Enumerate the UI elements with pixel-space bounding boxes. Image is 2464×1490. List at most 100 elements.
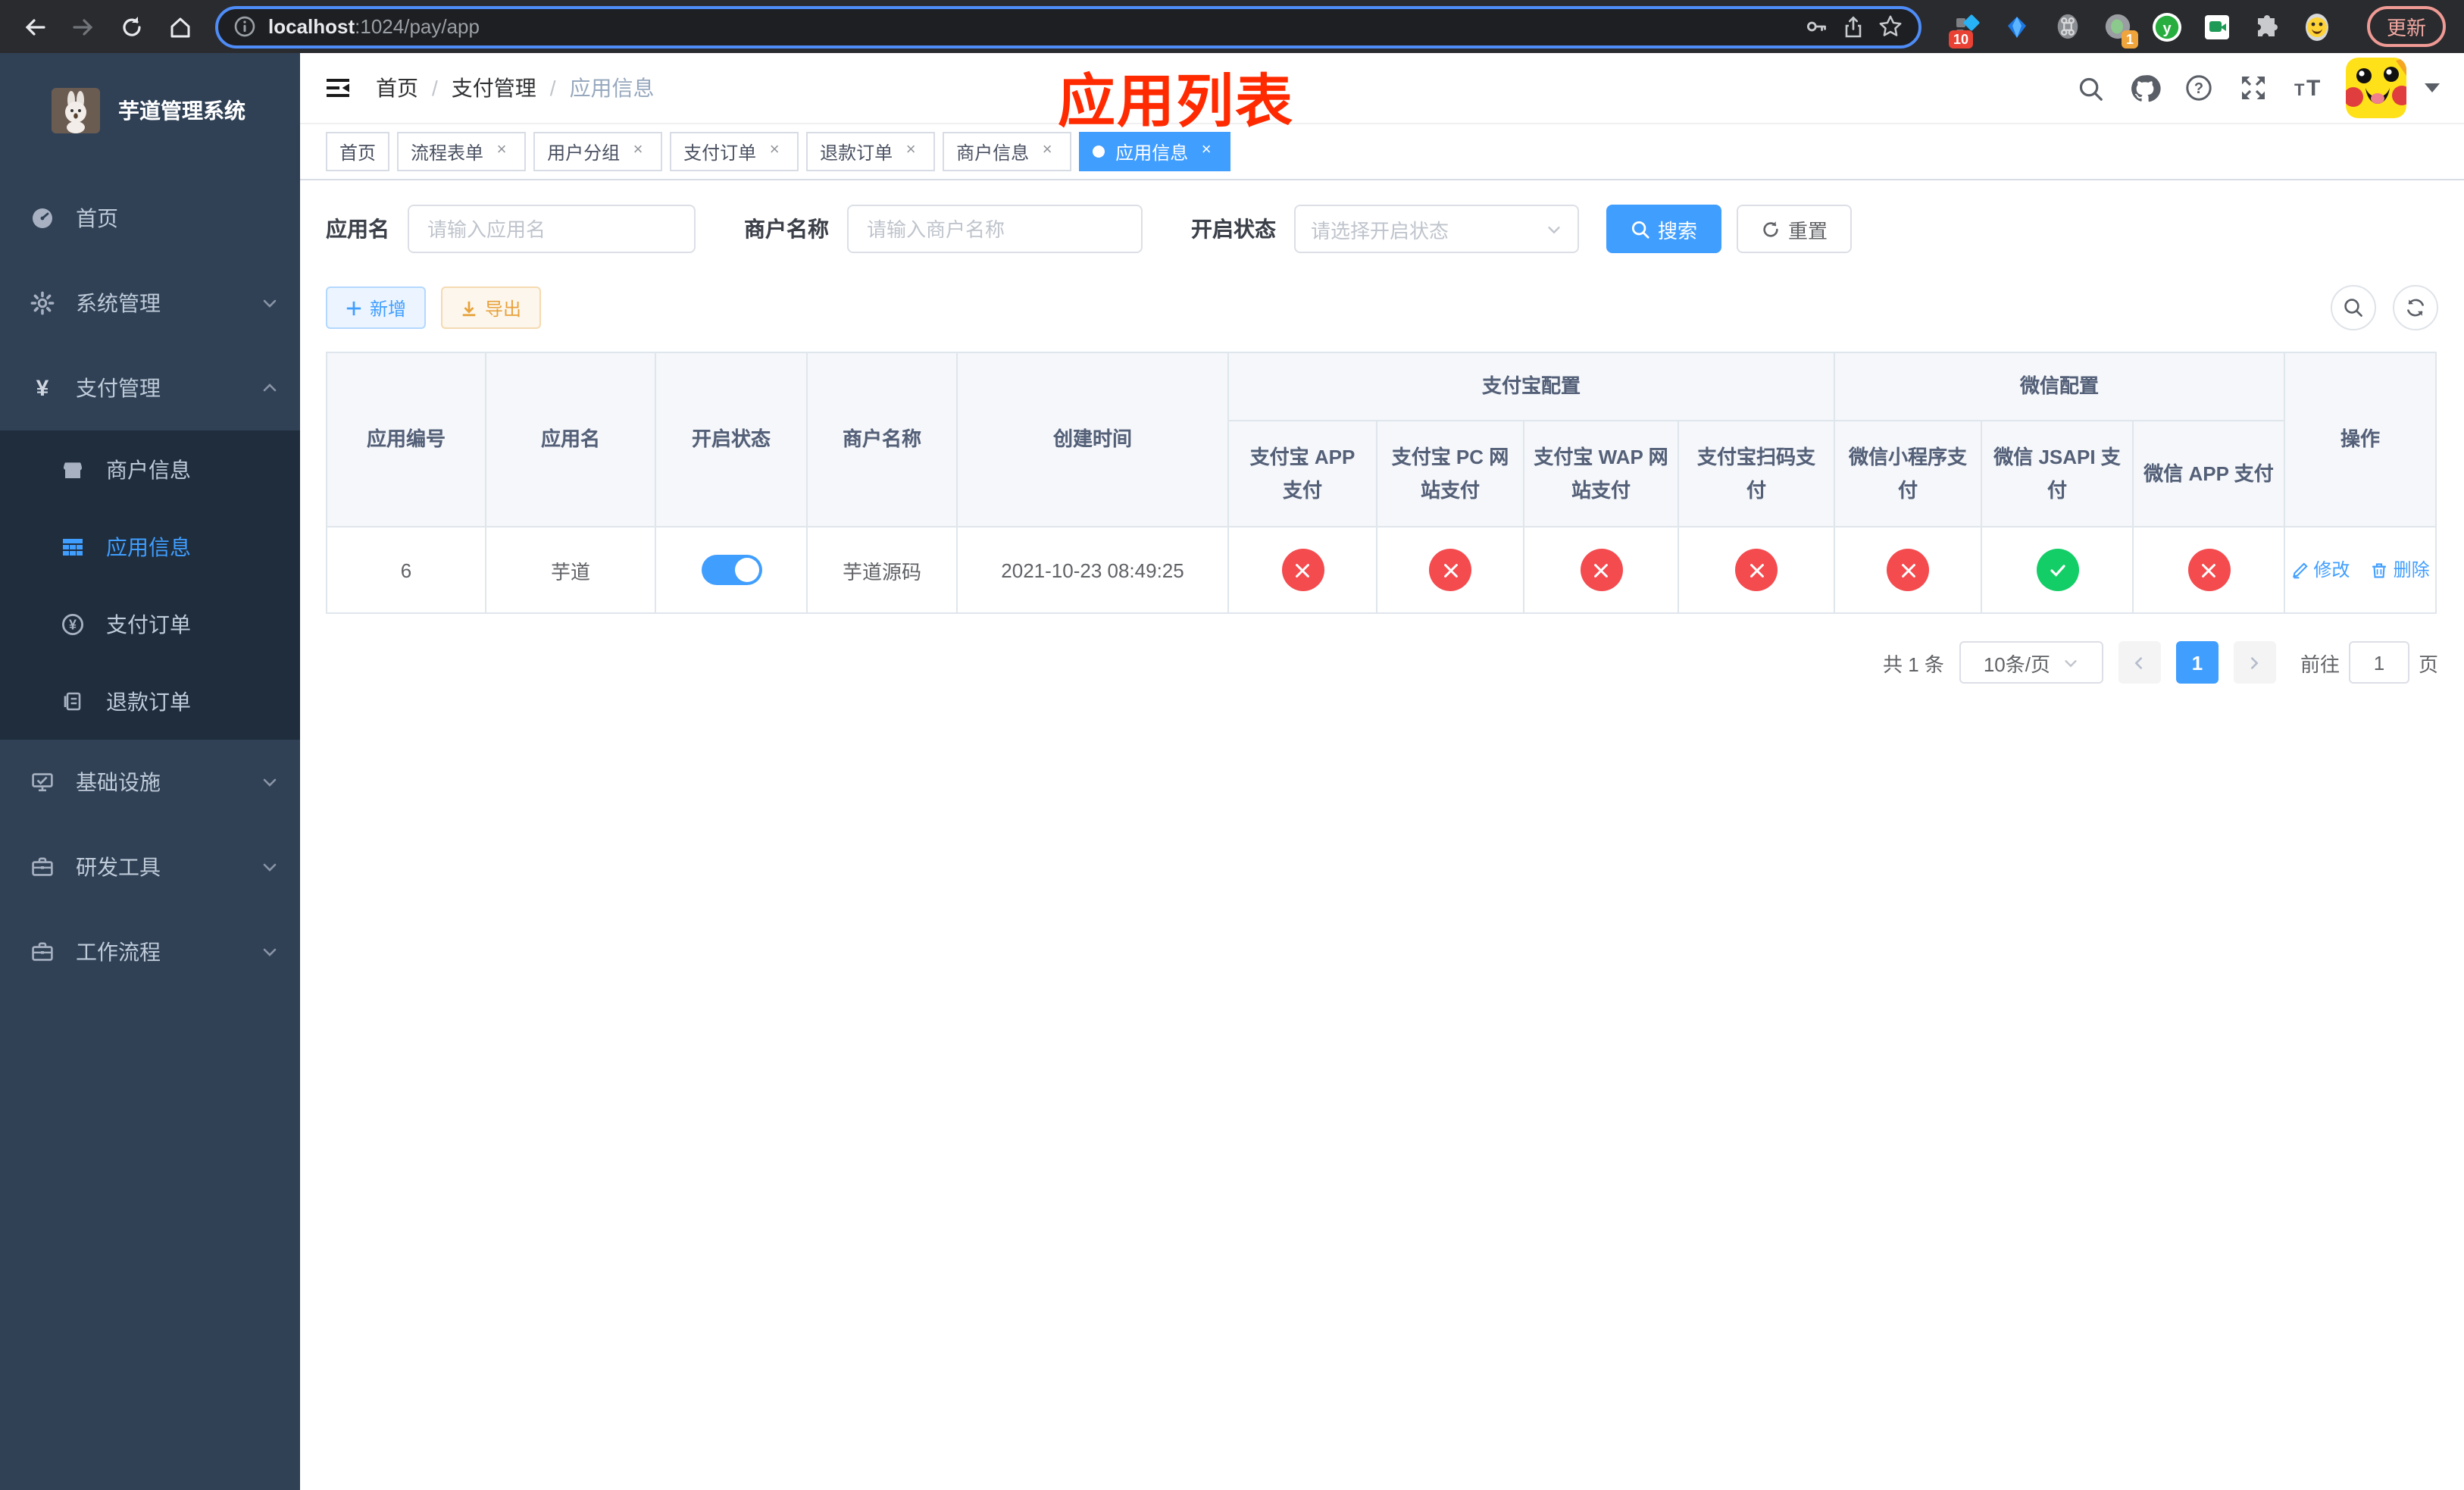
extension-y-icon[interactable]: y	[2152, 11, 2182, 42]
document-icon	[61, 689, 85, 713]
goto-page-input[interactable]	[2348, 641, 2409, 684]
column-header-app-id: 应用编号	[326, 352, 486, 527]
browser-back-icon[interactable]	[15, 7, 55, 46]
page-size-select[interactable]: 10条/页	[1959, 641, 2103, 684]
page-number-button[interactable]: 1	[2175, 641, 2219, 684]
sidebar-item-app-info[interactable]: 应用信息	[0, 508, 300, 585]
sidebar-item-label: 工作流程	[76, 940, 161, 964]
close-icon[interactable]: ×	[900, 141, 921, 162]
browser-forward-icon[interactable]	[64, 7, 103, 46]
search-button[interactable]: 搜索	[1606, 205, 1722, 253]
chevron-down-icon[interactable]	[2425, 83, 2440, 92]
refresh-table-button[interactable]	[2393, 285, 2438, 330]
search-icon	[1631, 220, 1649, 238]
column-header-app-name: 应用名	[485, 352, 656, 527]
browser-home-icon[interactable]	[161, 7, 200, 46]
status-toggle[interactable]	[701, 555, 761, 585]
status-label: 开启状态	[1191, 217, 1276, 241]
sidebar-fold-icon[interactable]	[318, 68, 358, 108]
sidebar-item-label: 首页	[76, 206, 118, 230]
add-button[interactable]: 新增	[326, 286, 427, 329]
tab-user-group[interactable]: 用户分组 ×	[533, 132, 663, 171]
github-icon[interactable]	[2128, 71, 2161, 105]
column-header-wechat-app: 微信 APP 支付	[2132, 420, 2286, 527]
close-icon[interactable]: ×	[1037, 141, 1058, 162]
extension-gem-icon[interactable]	[2002, 11, 2032, 42]
sidebar-item-payment[interactable]: ¥ 支付管理	[0, 346, 300, 430]
next-page-button[interactable]	[2233, 641, 2276, 684]
cell-app-name: 芋道	[485, 526, 656, 614]
sidebar-item-merchant-info[interactable]: 商户信息	[0, 430, 300, 508]
sidebar-item-infrastructure[interactable]: 基础设施	[0, 740, 300, 825]
extension-command-icon[interactable]	[2052, 11, 2082, 42]
sidebar: 芋道管理系统 首页 系统管理 ¥ 支付管理 商户信息 应用信息 ¥ 支付订单 退…	[0, 53, 300, 1490]
edit-link[interactable]: 修改	[2290, 557, 2350, 583]
sidebar-item-pay-order[interactable]: ¥ 支付订单	[0, 585, 300, 662]
tab-process-form[interactable]: 流程表单 ×	[397, 132, 527, 171]
fullscreen-icon[interactable]	[2237, 71, 2270, 105]
sidebar-item-system[interactable]: 系统管理	[0, 261, 300, 346]
status-badge-alipay-qr	[1735, 549, 1778, 591]
share-icon[interactable]	[1841, 14, 1865, 39]
extension-avatar-icon[interactable]: 1	[2102, 11, 2138, 48]
chevron-down-icon	[261, 294, 279, 312]
extension-emoji-icon[interactable]	[2302, 11, 2332, 42]
reset-button[interactable]: 重置	[1737, 205, 1853, 253]
yen-icon: ¥	[36, 375, 49, 401]
extension-chat-icon[interactable]	[2202, 11, 2232, 42]
toolbox-icon	[30, 940, 55, 964]
sidebar-menu: 首页 系统管理 ¥ 支付管理 商户信息 应用信息 ¥ 支付订单 退款订单 基础设…	[0, 167, 300, 994]
prev-page-button[interactable]	[2118, 641, 2161, 684]
extension-puzzle-icon[interactable]	[2252, 11, 2282, 42]
help-icon[interactable]: ?	[2182, 71, 2215, 105]
sidebar-item-label: 应用信息	[106, 534, 191, 559]
tab-merchant-info[interactable]: 商户信息 ×	[943, 132, 1072, 171]
yen-circle-icon: ¥	[61, 612, 85, 636]
browser-refresh-icon[interactable]	[112, 7, 152, 46]
app-name-label: 应用名	[326, 217, 389, 241]
tab-app-info[interactable]: 应用信息 ×	[1079, 132, 1231, 171]
close-icon[interactable]: ×	[627, 141, 649, 162]
sidebar-item-home[interactable]: 首页	[0, 176, 300, 261]
merchant-name-input[interactable]	[847, 205, 1143, 253]
toggle-search-button[interactable]	[2331, 285, 2376, 330]
tab-home[interactable]: 首页	[326, 132, 390, 171]
font-size-icon[interactable]: TT	[2291, 71, 2325, 105]
edit-pen-icon	[2292, 562, 2308, 578]
user-avatar[interactable]	[2346, 58, 2406, 118]
close-icon[interactable]: ×	[491, 141, 512, 162]
search-icon[interactable]	[2073, 71, 2106, 105]
tab-refund-order[interactable]: 退款订单 ×	[806, 132, 936, 171]
extension-squares-icon[interactable]: 10	[1949, 11, 1982, 48]
sidebar-item-refund-order[interactable]: 退款订单	[0, 662, 300, 740]
chevron-down-icon	[261, 943, 279, 961]
app-table: 应用编号 应用名 开启状态 商户名称 创建时间 支付宝配置 微信配置 操作 支付…	[326, 352, 2437, 614]
browser-update-button[interactable]: 更新	[2367, 6, 2447, 47]
search-icon	[2344, 299, 2362, 317]
close-icon[interactable]: ×	[764, 141, 785, 162]
column-header-actions: 操作	[2284, 352, 2437, 527]
password-key-icon[interactable]	[1803, 14, 1829, 39]
sidebar-item-dev-tools[interactable]: 研发工具	[0, 825, 300, 909]
tab-pay-order[interactable]: 支付订单 ×	[670, 132, 799, 171]
cell-merchant: 芋道源码	[806, 526, 958, 614]
app-name-input[interactable]	[408, 205, 696, 253]
sidebar-logo[interactable]: 芋道管理系统	[0, 53, 300, 167]
bookmark-star-icon[interactable]	[1878, 14, 1903, 39]
cross-icon	[1594, 563, 1608, 577]
group-header-alipay: 支付宝配置	[1227, 352, 1836, 421]
breadcrumb-current: 应用信息	[569, 76, 655, 100]
sidebar-item-workflow[interactable]: 工作流程	[0, 909, 300, 994]
svg-text:T: T	[2294, 80, 2305, 99]
delete-link[interactable]: 删除	[2371, 557, 2430, 583]
url-bar[interactable]: localhost:1024/pay/app	[215, 5, 1921, 48]
status-select[interactable]: 请选择开启状态	[1294, 205, 1579, 253]
breadcrumb-home[interactable]: 首页	[376, 73, 418, 103]
chevron-down-icon	[2065, 659, 2077, 667]
site-info-icon[interactable]	[233, 15, 256, 38]
svg-text:¥: ¥	[69, 616, 77, 631]
export-button[interactable]: 导出	[441, 286, 542, 329]
sidebar-item-label: 支付管理	[76, 376, 161, 400]
close-icon[interactable]: ×	[1196, 141, 1217, 162]
breadcrumb-payment[interactable]: 支付管理	[452, 73, 536, 103]
